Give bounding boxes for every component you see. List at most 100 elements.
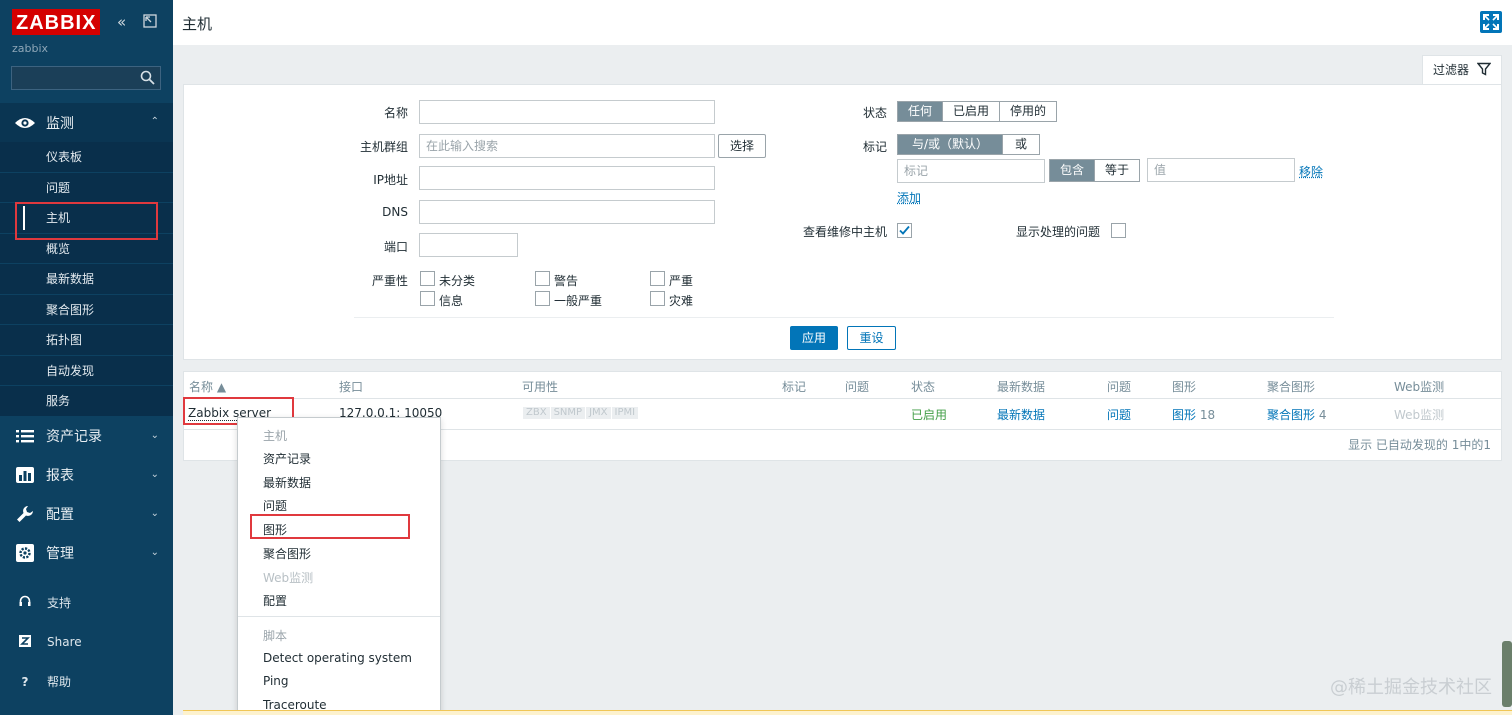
hostgroup-input[interactable]: 在此输入搜索 bbox=[419, 134, 715, 158]
logo-row: ZABBIX bbox=[12, 9, 101, 35]
tag-andor-option[interactable]: 与/或（默认） bbox=[898, 135, 1004, 154]
host-status[interactable]: 已启用 bbox=[911, 406, 947, 423]
chevron-down-icon: ⌄ bbox=[150, 546, 159, 558]
status-disabled-option[interactable]: 停用的 bbox=[1000, 102, 1056, 121]
menu-scripts-header: 脚本 bbox=[263, 629, 288, 643]
severity-checkbox[interactable] bbox=[420, 271, 435, 286]
tag-value-input[interactable]: 值 bbox=[1147, 158, 1295, 182]
checkmark-icon bbox=[899, 225, 910, 235]
sidebar-search-input[interactable] bbox=[11, 66, 161, 90]
monitoring-submenu: 仪表板 问题 主机 概览 最新数据 聚合图形 拓扑图 自动发现 服务 bbox=[0, 142, 173, 417]
nav-configuration[interactable]: 配置 ⌄ bbox=[0, 495, 173, 534]
sidebar-item-latest-data[interactable]: 最新数据 bbox=[0, 264, 173, 295]
severity-checkbox[interactable] bbox=[650, 271, 665, 286]
menu-item-latest-data[interactable]: 最新数据 bbox=[263, 474, 311, 491]
list-icon bbox=[14, 427, 36, 445]
page-title: 主机 bbox=[182, 15, 213, 33]
graphs-menu-highlight-box bbox=[250, 514, 410, 539]
menu-item-inventory[interactable]: 资产记录 bbox=[263, 450, 311, 467]
snmp-badge: SNMP bbox=[550, 407, 587, 419]
tag-or-option[interactable]: 或 bbox=[1003, 135, 1039, 154]
select-hostgroup-button[interactable]: 选择 bbox=[718, 134, 766, 158]
port-input[interactable] bbox=[419, 233, 518, 257]
filter-tab[interactable]: 过滤器 bbox=[1422, 55, 1502, 84]
status-any-option[interactable]: 任何 bbox=[898, 102, 944, 121]
dns-label: DNS bbox=[382, 205, 408, 219]
nav-administration[interactable]: 管理 ⌄ bbox=[0, 534, 173, 573]
share-label: Share bbox=[47, 635, 82, 650]
latest-data-link[interactable]: 最新数据 bbox=[997, 406, 1045, 423]
severity-checkbox[interactable] bbox=[535, 291, 550, 306]
tag-name-input[interactable]: 标记 bbox=[897, 159, 1045, 183]
problems-link[interactable]: 问题 bbox=[1107, 406, 1131, 423]
bar-chart-icon bbox=[14, 466, 36, 484]
scrollbar-handle[interactable] bbox=[1502, 641, 1512, 707]
menu-script-detect-os[interactable]: Detect operating system bbox=[263, 651, 412, 665]
menu-item-configuration[interactable]: 配置 bbox=[263, 592, 287, 609]
severity-label-item: 未分类 bbox=[439, 274, 476, 288]
nav-administration-label: 管理 bbox=[46, 546, 74, 562]
table-footer-count: 显示 已自动发现的 1中的1 bbox=[1348, 438, 1491, 452]
web-monitoring-disabled: Web监测 bbox=[1394, 408, 1445, 422]
nav-monitoring[interactable]: 监测 ⌃ bbox=[0, 103, 173, 142]
kiosk-mode-icon[interactable] bbox=[143, 14, 157, 31]
severity-checkbox[interactable] bbox=[535, 271, 550, 286]
fullscreen-icon bbox=[1483, 14, 1499, 30]
ip-input[interactable] bbox=[419, 166, 715, 190]
port-label: 端口 bbox=[383, 240, 408, 254]
screens-link[interactable]: 聚合图形 bbox=[1267, 408, 1315, 422]
support-link[interactable]: 支持 bbox=[0, 583, 173, 623]
status-enabled-option[interactable]: 已启用 bbox=[943, 102, 1001, 121]
sidebar-item-services[interactable]: 服务 bbox=[0, 386, 173, 417]
sidebar-bottom-links: 支持 Share ? 帮助 bbox=[0, 583, 173, 702]
maintenance-checkbox[interactable] bbox=[897, 223, 912, 238]
suppressed-checkbox[interactable] bbox=[1111, 223, 1126, 238]
name-input[interactable] bbox=[419, 100, 715, 124]
severity-label-item: 一般严重 bbox=[554, 294, 603, 308]
apply-button[interactable]: 应用 bbox=[790, 326, 838, 350]
fullscreen-button[interactable] bbox=[1480, 11, 1502, 33]
ipmi-badge: IPMI bbox=[611, 407, 640, 419]
col-problems2-header: 问题 bbox=[1107, 380, 1132, 394]
menu-separator bbox=[238, 616, 440, 617]
gear-icon bbox=[14, 544, 36, 562]
nav-reports[interactable]: 报表 ⌄ bbox=[0, 456, 173, 495]
status-segmented: 任何 已启用 停用的 bbox=[897, 101, 1058, 122]
help-label: 帮助 bbox=[47, 675, 72, 690]
tag-contains-option[interactable]: 包含 bbox=[1050, 160, 1096, 181]
col-problems-header: 问题 bbox=[845, 380, 870, 394]
severity-checkbox[interactable] bbox=[420, 291, 435, 306]
graphs-cell: 图形 18 bbox=[1172, 406, 1215, 423]
share-link[interactable]: Share bbox=[0, 623, 173, 663]
help-link[interactable]: ? 帮助 bbox=[0, 662, 173, 702]
tag-equals-option[interactable]: 等于 bbox=[1095, 160, 1139, 181]
tag-logic-segmented: 与/或（默认） 或 bbox=[897, 134, 1041, 155]
severity-label-item: 警告 bbox=[554, 274, 579, 288]
chevron-down-icon: ⌄ bbox=[150, 429, 159, 441]
menu-item-screens[interactable]: 聚合图形 bbox=[263, 545, 311, 562]
graphs-link[interactable]: 图形 bbox=[1172, 408, 1196, 422]
suppressed-label: 显示处理的问题 bbox=[1015, 225, 1100, 239]
add-tag-link[interactable]: 添加 bbox=[897, 189, 921, 206]
severity-checkbox[interactable] bbox=[650, 291, 665, 306]
nav-inventory[interactable]: 资产记录 ⌄ bbox=[0, 417, 173, 456]
collapse-sidebar-icon[interactable]: « bbox=[117, 14, 126, 30]
col-status-header[interactable]: 状态 bbox=[911, 378, 935, 395]
remove-tag-link[interactable]: 移除 bbox=[1299, 163, 1323, 180]
zabbix-logo[interactable]: ZABBIX bbox=[12, 9, 101, 35]
sidebar-item-dashboard[interactable]: 仪表板 bbox=[0, 142, 173, 173]
sidebar-item-problems[interactable]: 问题 bbox=[0, 173, 173, 203]
sidebar-item-discovery[interactable]: 自动发现 bbox=[0, 356, 173, 386]
col-name-header[interactable]: 名称 ▲ bbox=[189, 378, 226, 395]
reset-button[interactable]: 重设 bbox=[847, 326, 896, 350]
sidebar-item-maps[interactable]: 拓扑图 bbox=[0, 325, 173, 356]
sidebar: ZABBIX « zabbix 监测 ⌃ 仪表板 问题 主机 概览 最新数据 聚… bbox=[0, 0, 173, 715]
severity-label-item: 灾难 bbox=[669, 294, 694, 308]
sidebar-item-screens[interactable]: 聚合图形 bbox=[0, 295, 173, 325]
menu-item-problems[interactable]: 问题 bbox=[263, 497, 287, 514]
dns-input[interactable] bbox=[419, 200, 715, 224]
menu-host-header: 主机 bbox=[263, 429, 288, 443]
filter-icon bbox=[1477, 62, 1491, 76]
menu-script-ping[interactable]: Ping bbox=[263, 674, 289, 688]
search-icon[interactable] bbox=[140, 70, 155, 85]
